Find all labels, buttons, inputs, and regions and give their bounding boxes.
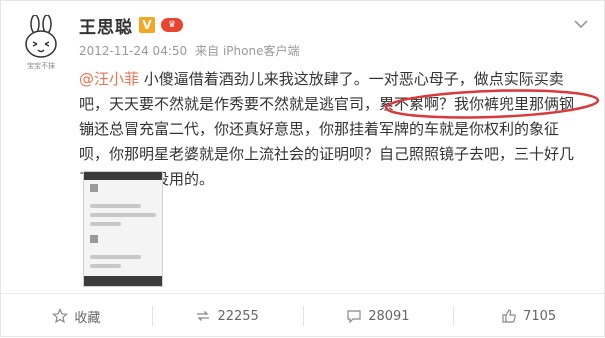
collect-button[interactable]: 收藏: [1, 294, 152, 338]
post-source: 来自 iPhone客户端: [195, 44, 300, 58]
comment-count: 28091: [368, 308, 410, 324]
repost-button[interactable]: 22255: [151, 294, 303, 338]
name-row: 王思聪 V ♛: [79, 13, 183, 38]
rabbit-avatar-icon: [25, 15, 57, 58]
mention-link[interactable]: @汪小菲: [79, 70, 139, 88]
screenshot-thumbnail[interactable]: [83, 171, 163, 287]
repost-count: 22255: [217, 308, 259, 324]
chevron-down-icon[interactable]: [572, 15, 590, 33]
comment-icon: [347, 310, 361, 324]
timestamp[interactable]: 2012-11-24 04:50: [79, 44, 187, 58]
action-bar: 收藏 22255 28091 7105: [1, 294, 604, 338]
weibo-post-card: 宝宝不抹 王思聪 V ♛ 2012-11-24 04:50 来自 iPhone客户…: [0, 0, 605, 337]
like-count: 7105: [523, 308, 557, 324]
repost-icon: [197, 311, 210, 321]
thumbs-up-icon: [502, 309, 516, 323]
user-name[interactable]: 王思聪: [79, 13, 133, 38]
comment-button[interactable]: 28091: [302, 294, 454, 338]
vip-icon[interactable]: ♛: [161, 18, 183, 32]
like-button[interactable]: 7105: [453, 294, 604, 338]
star-icon: [52, 308, 69, 324]
verified-badge-icon[interactable]: V: [139, 17, 155, 33]
collect-label: 收藏: [74, 310, 101, 326]
avatar[interactable]: 宝宝不抹: [19, 15, 63, 71]
post-meta: 2012-11-24 04:50 来自 iPhone客户端: [79, 42, 299, 59]
avatar-caption: 宝宝不抹: [27, 62, 55, 70]
